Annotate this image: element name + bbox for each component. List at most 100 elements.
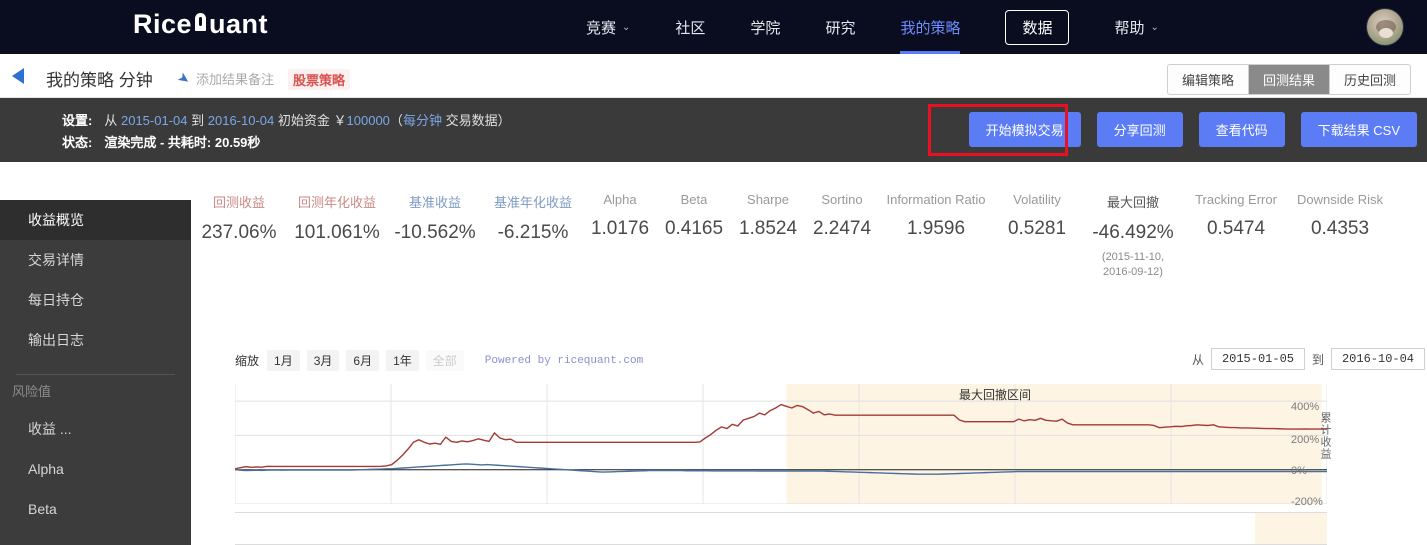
- metric-volatility: Volatility 0.5281: [993, 192, 1081, 240]
- metric-label: Sharpe: [747, 192, 789, 207]
- currency-symbol: ￥: [333, 113, 347, 128]
- back-arrow-icon[interactable]: [12, 68, 24, 84]
- metric-backtest-return: 回测收益 237.06%: [191, 192, 287, 244]
- metric-sharpe: Sharpe 1.8524: [731, 192, 805, 240]
- nav-item-help[interactable]: 帮助 ⌄: [1114, 0, 1158, 54]
- metric-value: 1.8524: [738, 218, 798, 239]
- navigator-shaded-band: [1255, 513, 1327, 544]
- metric-label: 基准收益: [408, 195, 461, 210]
- nav-item-competition-label: 竞赛: [586, 19, 617, 37]
- add-note-link[interactable]: 添加结果备注: [196, 69, 274, 88]
- metric-label: Tracking Error: [1195, 192, 1277, 207]
- brand-logo-text-right: uant: [209, 9, 269, 39]
- metric-value: 0.5474: [1206, 218, 1266, 239]
- chevron-down-icon: ⌄: [622, 21, 631, 33]
- tab-edit-strategy[interactable]: 编辑策略: [1168, 65, 1249, 94]
- avatar[interactable]: [1366, 8, 1404, 46]
- chart-navigator[interactable]: [235, 512, 1327, 545]
- sidebar-item-beta[interactable]: Beta: [0, 489, 191, 529]
- settings-start-date: 2015-01-04: [120, 113, 188, 128]
- metric-value: 1.0176: [590, 218, 650, 239]
- top-navigation-bar: Rice uant 竞赛 ⌄ 社区 学院 研究 我的策略 数据 帮助 ⌄: [0, 0, 1427, 54]
- sidebar-item-daily-positions[interactable]: 每日持仓: [0, 280, 191, 320]
- status-badge: 股票策略: [288, 69, 351, 90]
- zoom-range-6m[interactable]: 6月: [346, 350, 380, 371]
- metric-value: -6.215%: [497, 222, 569, 243]
- sidebar-item-overview[interactable]: 收益概览: [0, 200, 191, 240]
- settings-frequency-tail: 交易数据: [445, 113, 498, 128]
- zoom-range-all[interactable]: 全部: [425, 350, 464, 371]
- pin-icon[interactable]: ➤: [174, 68, 194, 89]
- zoom-range-1m[interactable]: 1月: [267, 350, 300, 371]
- nav-item-research[interactable]: 研究: [825, 0, 855, 54]
- date-to-label: 到: [1311, 352, 1324, 367]
- zoom-range-1y[interactable]: 1年: [386, 350, 419, 371]
- metric-tracking-error: Tracking Error 0.5474: [1185, 192, 1287, 240]
- freq-close-paren: ）: [497, 113, 511, 128]
- chevron-down-icon: ⌄: [1150, 21, 1159, 33]
- chart-zoom-controls: 缩放 1月 3月 6月 1年 全部 Powered by ricequant.c…: [235, 350, 643, 371]
- sidebar-item-returns[interactable]: 收益 ...: [0, 409, 191, 449]
- view-code-button[interactable]: 查看代码: [1198, 112, 1285, 147]
- tab-history-backtest[interactable]: 历史回测: [1330, 65, 1410, 94]
- metric-value: 101.061%: [294, 222, 380, 243]
- date-to-input[interactable]: 2016-10-04: [1330, 348, 1425, 370]
- brand-logo[interactable]: Rice uant: [133, 9, 268, 40]
- chart-date-range: 从 2015-01-05 到 2016-10-04: [1185, 348, 1425, 370]
- action-button-row: 开始模拟交易 分享回测 查看代码 下载结果 CSV: [968, 112, 1417, 147]
- status-text: 渲染完成 - 共耗时: [104, 135, 207, 150]
- metric-value: 237.06%: [201, 222, 277, 243]
- result-tabs: 编辑策略 回测结果 历史回测: [1166, 64, 1411, 95]
- page-title: 我的策略 分钟: [46, 71, 153, 90]
- date-from-input[interactable]: 2015-01-05: [1210, 348, 1305, 370]
- main-panel: 回测收益 237.06% 回测年化收益 101.061% 基准收益 -10.56…: [191, 162, 1427, 545]
- zoom-label: 缩放: [235, 354, 260, 368]
- metric-label: 最大回撤: [1106, 195, 1159, 210]
- start-paper-trading-button[interactable]: 开始模拟交易: [968, 112, 1081, 147]
- sidebar-item-trade-details[interactable]: 交易详情: [0, 240, 191, 280]
- share-backtest-button[interactable]: 分享回测: [1096, 112, 1183, 147]
- metric-label: Alpha: [603, 192, 637, 207]
- metric-information-ratio: Information Ratio 1.9596: [879, 192, 993, 240]
- nav-item-my-strategy-label: 我的策略: [900, 19, 961, 37]
- metric-value: 0.4165: [664, 218, 724, 239]
- date-from-label: 从: [1191, 352, 1204, 367]
- status-elapsed: 20.59秒: [214, 135, 261, 150]
- y-tick-neg200: -200%: [1291, 496, 1323, 508]
- brand-logo-text-left: Rice: [133, 9, 193, 39]
- from-word: 从: [104, 113, 118, 128]
- powered-by-label: Powered by ricequant.com: [484, 354, 644, 367]
- nav-item-research-label: 研究: [825, 19, 856, 37]
- nav-item-academy[interactable]: 学院: [750, 0, 780, 54]
- cumulative-return-chart[interactable]: 累计收益: [235, 384, 1331, 504]
- nav-item-competition[interactable]: 竞赛 ⌄: [586, 0, 630, 54]
- metric-value: -46.492%: [1092, 222, 1174, 243]
- y-tick-400: 400%: [1291, 401, 1320, 413]
- metric-benchmark-annualized-return: 基准年化收益 -6.215%: [483, 192, 583, 244]
- data-button[interactable]: 数据: [1005, 9, 1070, 45]
- metric-value: 2.2474: [812, 218, 872, 239]
- metric-value: 1.9596: [906, 218, 966, 239]
- sidebar-item-output-log[interactable]: 输出日志: [0, 320, 191, 360]
- nav-item-my-strategy[interactable]: 我的策略: [900, 0, 961, 54]
- status-separator: :: [206, 135, 212, 150]
- metric-label: Sortino: [821, 192, 863, 207]
- download-csv-button[interactable]: 下载结果 CSV: [1300, 112, 1417, 147]
- y-tick-0: 0%: [1291, 465, 1307, 477]
- tab-backtest-result[interactable]: 回测结果: [1248, 65, 1330, 94]
- chart-svg: [235, 384, 1327, 504]
- metric-value: 0.4353: [1310, 218, 1370, 239]
- metric-label: 回测年化收益: [297, 195, 376, 210]
- metrics-row: 回测收益 237.06% 回测年化收益 101.061% 基准收益 -10.56…: [191, 192, 1427, 280]
- capital-label: 初始资金: [277, 113, 330, 128]
- settings-frequency: 每分钟: [402, 113, 442, 128]
- sidebar-item-alpha[interactable]: Alpha: [0, 449, 191, 489]
- rocket-icon: [192, 10, 209, 40]
- y-tick-200: 200%: [1291, 434, 1320, 446]
- chart-y-axis-ticks: 400% 200% 0% -200%: [1287, 384, 1347, 508]
- metric-value: -10.562%: [394, 222, 476, 243]
- settings-capital: 100000: [346, 113, 390, 128]
- nav-item-community[interactable]: 社区: [675, 0, 705, 54]
- zoom-range-3m[interactable]: 3月: [306, 350, 340, 371]
- settings-row: 设置: 从 2015-01-04 到 2016-10-04 初始资金 ￥10000…: [62, 110, 511, 129]
